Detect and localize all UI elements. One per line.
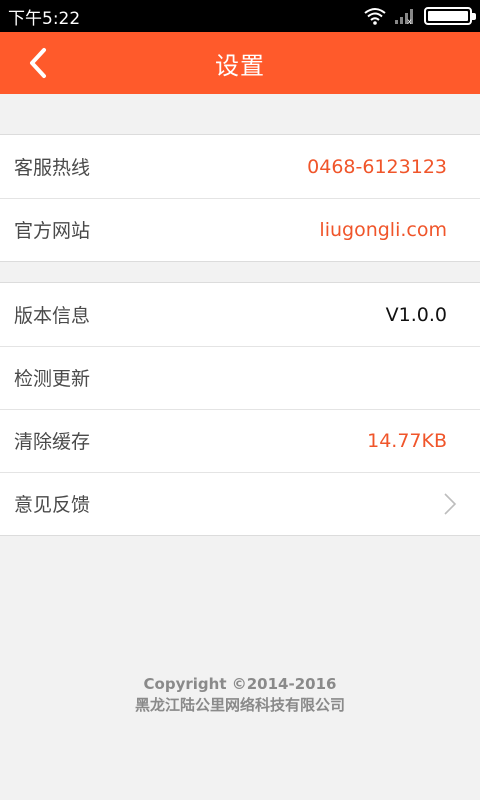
app-bar: 设置 — [0, 32, 480, 94]
hotline-label: 客服热线 — [14, 157, 91, 179]
battery-icon — [424, 7, 476, 25]
company-name: 黑龙江陆公里网络科技有限公司 — [134, 696, 345, 714]
row-hotline[interactable]: 客服热线 0468-6123123 — [0, 135, 480, 198]
status-bar: 下午5:22 x — [0, 0, 480, 32]
chevron-right-icon — [444, 492, 457, 515]
row-website[interactable]: 官方网站 liugongli.com — [0, 198, 480, 261]
feedback-label: 意见反馈 — [14, 494, 91, 516]
footer: Copyright ©2014-2016 黑龙江陆公里网络科技有限公司 — [0, 674, 480, 716]
row-clear-cache[interactable]: 清除缓存 14.77KB — [0, 409, 480, 472]
clear-cache-label: 清除缓存 — [14, 431, 91, 453]
row-check-update[interactable]: 检测更新 — [0, 346, 480, 409]
row-feedback[interactable]: 意见反馈 — [0, 472, 480, 535]
version-value: V1.0.0 — [385, 303, 447, 326]
status-icons: x — [364, 7, 476, 25]
page-title: 设置 — [215, 51, 265, 80]
wifi-icon — [364, 8, 386, 25]
back-button[interactable] — [18, 45, 58, 81]
row-version: 版本信息 V1.0.0 — [0, 283, 480, 346]
copyright-text: Copyright ©2014-2016 — [143, 675, 337, 693]
svg-text:x: x — [407, 17, 412, 25]
hotline-value[interactable]: 0468-6123123 — [307, 156, 447, 178]
contact-group: 客服热线 0468-6123123 官方网站 liugongli.com — [0, 134, 480, 262]
signal-icon: x — [395, 9, 413, 25]
website-label: 官方网站 — [14, 220, 91, 242]
website-value[interactable]: liugongli.com — [319, 219, 447, 241]
chevron-left-icon — [30, 48, 46, 78]
check-update-label: 检测更新 — [14, 368, 91, 390]
cache-size-value: 14.77KB — [367, 429, 447, 452]
version-label: 版本信息 — [14, 305, 91, 327]
app-group: 版本信息 V1.0.0 检测更新 清除缓存 14.77KB 意见反馈 — [0, 282, 480, 536]
status-time: 下午5:22 — [8, 8, 81, 29]
